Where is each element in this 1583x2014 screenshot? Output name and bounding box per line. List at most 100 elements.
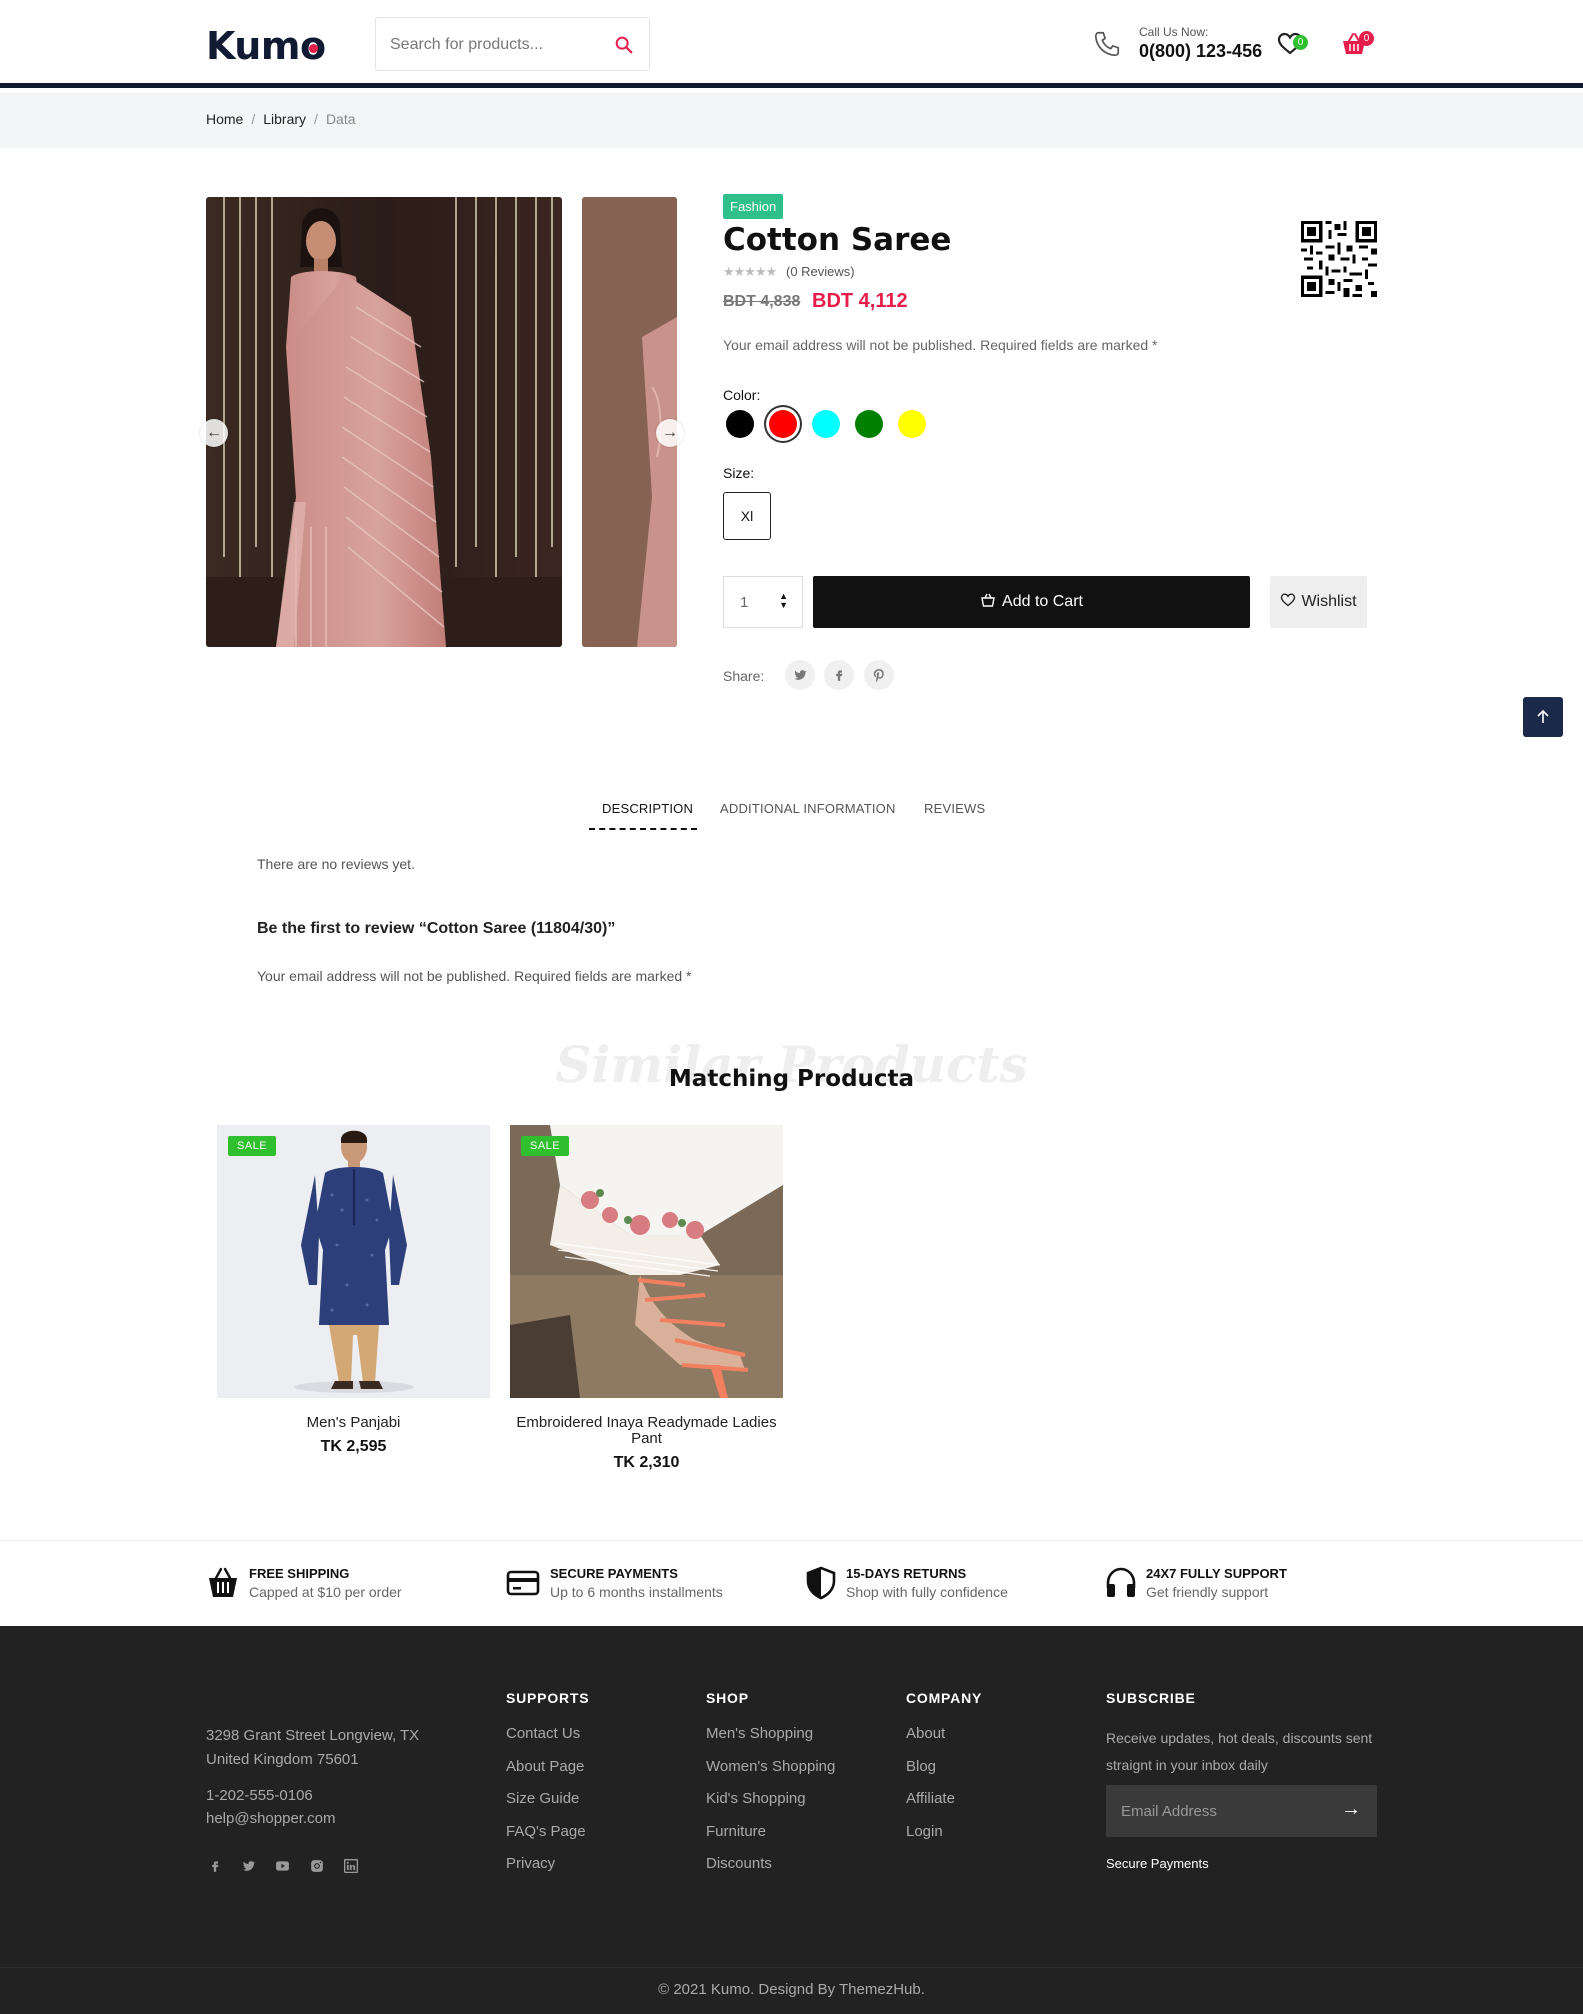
size-option-xl[interactable]: Xl [723, 492, 771, 540]
search-icon[interactable] [613, 34, 635, 56]
footer-link-furniture[interactable]: Furniture [706, 1823, 766, 1840]
logo[interactable]: Kumo [206, 24, 326, 68]
footer-link-privacy[interactable]: Privacy [506, 1855, 555, 1872]
feature-title: 24X7 FULLY SUPPORT [1146, 1566, 1287, 1581]
rating-stars: ★★★★★ [723, 264, 777, 279]
facebook-icon[interactable] [824, 660, 854, 690]
subscribe-text-line2: straignt in your inbox daily [1106, 1757, 1268, 1773]
phone-icon [1094, 31, 1120, 57]
category-tag[interactable]: Fashion [723, 194, 784, 219]
add-to-cart-button[interactable]: Add to Cart [813, 576, 1250, 628]
footer-link-faq[interactable]: FAQ's Page [506, 1823, 586, 1840]
footer-link-size-guide[interactable]: Size Guide [506, 1790, 579, 1807]
footer-supports-heading: SUPPORTS [506, 1690, 590, 1706]
basket-icon [209, 1567, 237, 1597]
feature-title: SECURE PAYMENTS [550, 1566, 678, 1581]
feature-subtitle: Shop with fully confidence [846, 1584, 1008, 1600]
tab-reviews[interactable]: REVIEWS [924, 801, 985, 816]
footer-company-heading: COMPANY [906, 1690, 983, 1706]
breadcrumb-library[interactable]: Library [263, 111, 306, 127]
footer-email[interactable]: help@shopper.com [206, 1807, 335, 1831]
color-swatch[interactable] [726, 410, 754, 438]
copyright: © 2021 Kumo. Designd By ThemezHub. [658, 1981, 925, 1998]
cart-count-badge: 0 [1359, 31, 1374, 46]
quantity-stepper[interactable]: 1 ▲ ▼ [723, 576, 803, 628]
feature-subtitle: Get friendly support [1146, 1584, 1269, 1600]
footer-link-womens[interactable]: Women's Shopping [706, 1758, 835, 1775]
headphones-icon [1106, 1567, 1136, 1597]
footer-link-mens[interactable]: Men's Shopping [706, 1725, 813, 1742]
search-box [375, 17, 650, 71]
review-prompt-heading: Be the first to review “Cotton Saree (11… [257, 920, 616, 937]
footer-link-discounts[interactable]: Discounts [706, 1855, 772, 1872]
heart-icon [1281, 593, 1296, 607]
email-field[interactable] [1121, 1799, 1321, 1823]
footer-address: 3298 Grant Street Longview, TX [206, 1727, 420, 1744]
footer-address-line2: United Kingdom 75601 [206, 1751, 359, 1768]
sale-badge: SALE [521, 1136, 570, 1156]
footer-subscribe-heading: SUBSCRIBE [1106, 1690, 1196, 1706]
color-swatch[interactable] [898, 410, 926, 438]
product-card-price: TK 2,595 [320, 1438, 387, 1455]
gallery-prev-arrow[interactable]: ← [200, 419, 228, 447]
add-to-cart-label: Add to Cart [1002, 593, 1083, 610]
product-card-image[interactable]: SALE [217, 1125, 490, 1398]
product-card-name[interactable]: Men's Panjabi [217, 1415, 490, 1431]
gallery-next-arrow[interactable]: → [656, 419, 684, 447]
wishlist-count-badge: 0 [1293, 35, 1308, 50]
color-swatch[interactable] [855, 410, 883, 438]
share-label: Share: [723, 668, 765, 684]
twitter-icon[interactable] [241, 1859, 256, 1873]
footer-link-about-page[interactable]: About Page [506, 1758, 584, 1775]
subscribe-form: → [1106, 1785, 1377, 1837]
tab-description[interactable]: DESCRIPTION [602, 801, 693, 816]
shield-icon [806, 1566, 836, 1600]
product-main-image[interactable] [206, 197, 562, 647]
twitter-icon[interactable] [785, 660, 815, 690]
call-number[interactable]: 0(800) 123-456 [1139, 41, 1262, 62]
sale-price: BDT 4,112 [812, 290, 908, 312]
quantity-value: 1 [740, 594, 749, 611]
features-bar: FREE SHIPPING Capped at $10 per order SE… [0, 1540, 1583, 1626]
feature-title: 15-DAYS RETURNS [846, 1566, 967, 1581]
product-card-price: TK 2,310 [613, 1454, 680, 1471]
size-label: Size: [723, 465, 755, 481]
review-count[interactable]: (0 Reviews) [786, 264, 855, 279]
tab-additional-information[interactable]: ADDITIONAL INFORMATION [720, 801, 896, 816]
breadcrumb-home[interactable]: Home [206, 111, 243, 127]
saree-photo [206, 197, 562, 647]
footer-link-contact[interactable]: Contact Us [506, 1725, 580, 1742]
search-input[interactable] [390, 32, 600, 58]
breadcrumb-separator: / [314, 111, 318, 127]
color-swatch[interactable] [769, 410, 797, 438]
back-to-top-button[interactable] [1523, 697, 1563, 737]
product-card-image[interactable]: SALE [510, 1125, 783, 1398]
linkedin-icon[interactable] [344, 1859, 358, 1873]
footer-link-kids[interactable]: Kid's Shopping [706, 1790, 806, 1807]
old-price: BDT 4,838 [723, 293, 801, 310]
arrow-right-icon[interactable]: → [1341, 1798, 1361, 1821]
youtube-icon[interactable] [275, 1859, 290, 1873]
no-reviews-text: There are no reviews yet. [257, 856, 415, 872]
footer-link-blog[interactable]: Blog [906, 1758, 936, 1775]
wishlist-label: Wishlist [1301, 593, 1357, 610]
footer-link-affiliate[interactable]: Affiliate [906, 1790, 955, 1807]
site-header: Kumo Call Us Now: 0(800) 123-456 0 0 [0, 0, 1583, 88]
ladies-pant-photo [510, 1125, 783, 1398]
secure-payments-label: Secure Payments [1106, 1856, 1209, 1871]
product-title: Cotton Saree [723, 222, 952, 258]
subscribe-text: Receive updates, hot deals, discounts se… [1106, 1730, 1373, 1746]
footer-link-about[interactable]: About [906, 1725, 945, 1742]
instagram-icon[interactable] [310, 1859, 324, 1873]
section-title: Matching Producta [668, 1066, 915, 1092]
wishlist-button[interactable]: Wishlist [1270, 576, 1367, 628]
footer-link-login[interactable]: Login [906, 1823, 943, 1840]
facebook-icon[interactable] [208, 1859, 222, 1873]
pinterest-icon[interactable] [864, 660, 894, 690]
panjabi-photo [217, 1125, 490, 1398]
email-notice: Your email address will not be published… [723, 337, 1158, 353]
color-swatch[interactable] [812, 410, 840, 438]
spinner-arrows-icon[interactable]: ▲ ▼ [779, 592, 788, 610]
product-card-name[interactable]: Embroidered Inaya Readymade Ladies Pant [510, 1415, 783, 1447]
footer-phone[interactable]: 1-202-555-0106 [206, 1784, 313, 1808]
